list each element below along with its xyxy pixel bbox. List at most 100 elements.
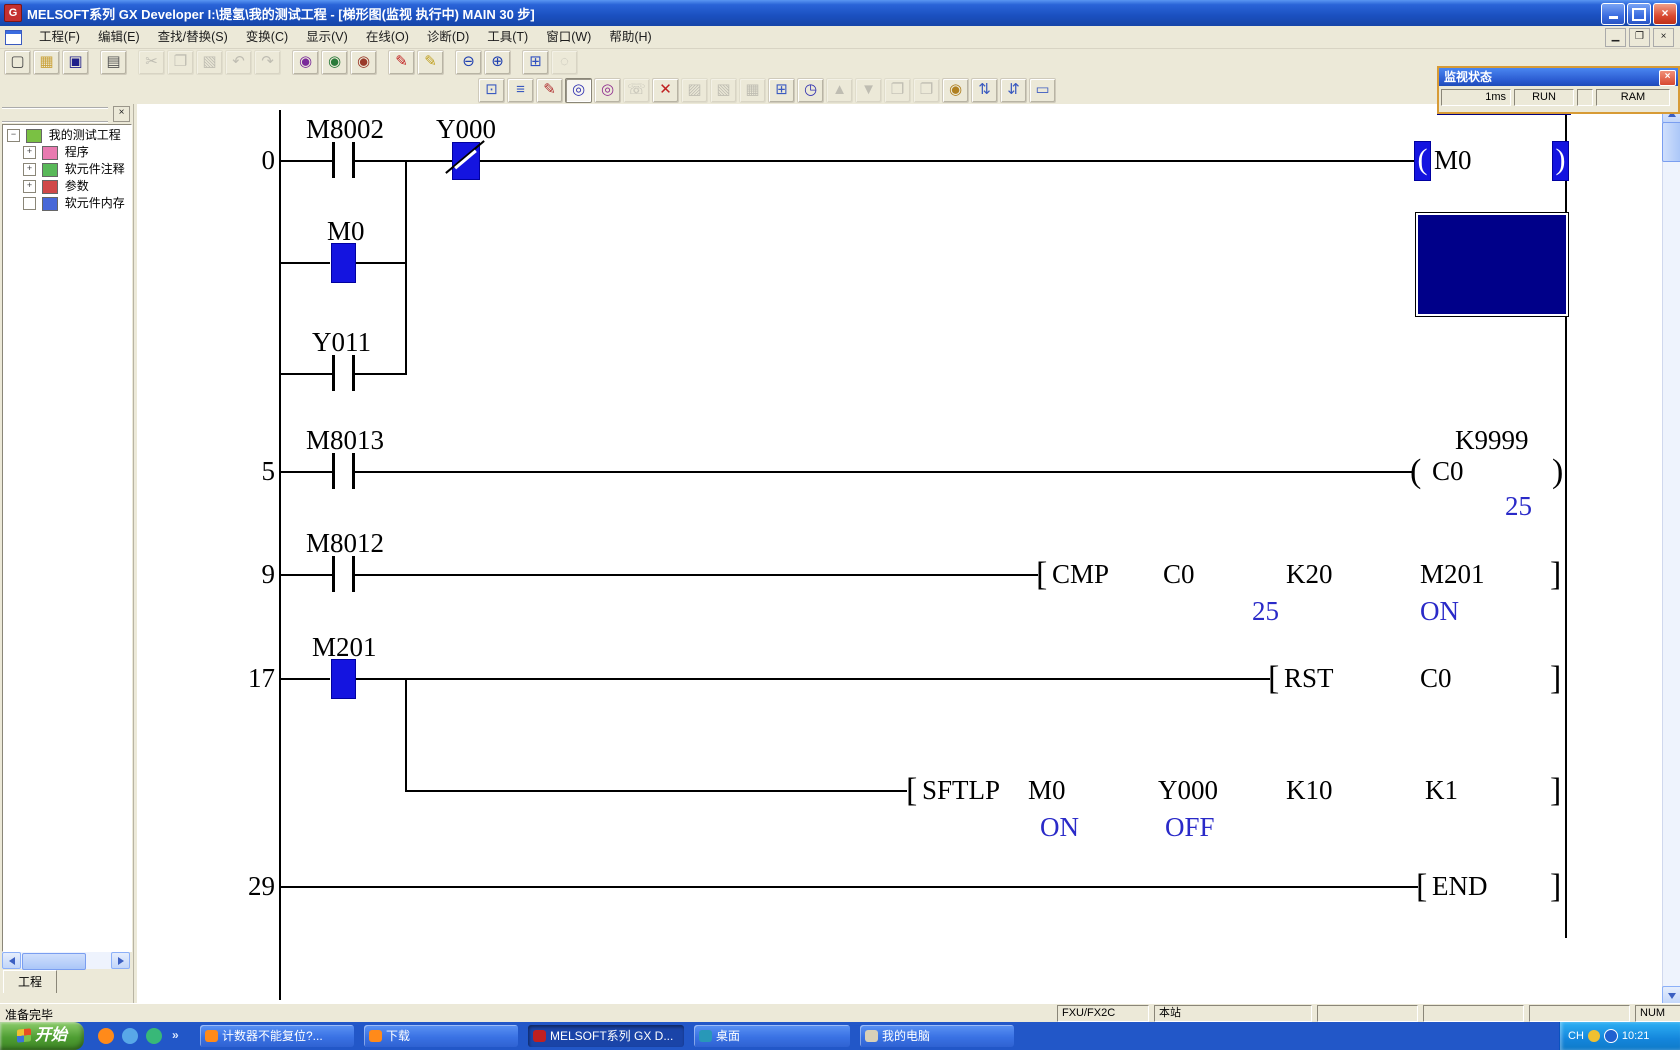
maximize-button[interactable] <box>1627 3 1651 25</box>
tree-item-device-comment[interactable]: + 软元件注释 <box>3 161 131 178</box>
vertical-scroll-thumb[interactable] <box>1662 122 1680 162</box>
redo-button[interactable]: ↷ <box>254 50 281 75</box>
insert-mode-button[interactable]: ✎ <box>417 50 444 75</box>
save-button[interactable]: ▣ <box>62 50 89 75</box>
cut-button[interactable]: ✂ <box>138 50 165 75</box>
horizontal-scroll-thumb[interactable] <box>22 953 86 970</box>
sort-ascending-button[interactable]: ⇅ <box>971 78 998 103</box>
vertical-scrollbar[interactable] <box>1662 104 1680 1003</box>
tree-item-program[interactable]: + 程序 <box>3 144 131 161</box>
quick-launch-explorer[interactable] <box>146 1028 162 1044</box>
expand-icon[interactable]: + <box>23 180 36 193</box>
expand-icon[interactable]: + <box>23 146 36 159</box>
forced-input-button[interactable]: ▧ <box>710 78 737 103</box>
quick-launch-messenger[interactable] <box>122 1028 138 1044</box>
toolbar-icon: ▦ <box>39 53 53 70</box>
device-batch-button[interactable]: ⊞ <box>768 78 795 103</box>
task-melsoft[interactable]: MELSOFT系列 GX D... <box>528 1025 684 1047</box>
scroll-right-button[interactable] <box>111 952 130 969</box>
menu-online[interactable]: 在线(O) <box>357 26 418 48</box>
quick-launch-chevron[interactable]: » <box>172 1028 179 1042</box>
copy-button[interactable]: ❐ <box>167 50 194 75</box>
contact-on <box>331 659 356 699</box>
transfer-setup-button[interactable]: ⊡ <box>478 78 505 103</box>
menu-project[interactable]: 工程(F) <box>30 26 89 48</box>
zoom-in-button[interactable]: ⊕ <box>484 50 511 75</box>
start-button[interactable]: 开始 <box>0 1022 84 1050</box>
step-up-button[interactable]: ▲ <box>826 78 853 103</box>
edit-ladder-button[interactable]: ✎ <box>536 78 563 103</box>
find-instruction-button[interactable]: ◉ <box>350 50 377 75</box>
menu-edit[interactable]: 编辑(E) <box>89 26 149 48</box>
taskbar-clock[interactable]: 10:21 <box>1622 1030 1650 1042</box>
menu-window[interactable]: 窗口(W) <box>537 26 600 48</box>
toolbar-icon: ↷ <box>261 53 274 70</box>
menu-diagnostics[interactable]: 诊断(D) <box>418 26 478 48</box>
mdi-close-button[interactable]: × <box>1653 28 1674 47</box>
expand-icon[interactable] <box>23 197 36 210</box>
forced-output-button[interactable]: ▦ <box>739 78 766 103</box>
expand-icon[interactable]: − <box>7 129 20 142</box>
panel-close-button[interactable]: × <box>113 106 130 122</box>
write-mode-button[interactable]: ✎ <box>388 50 415 75</box>
monitor-mode-button[interactable]: ◎ <box>565 78 592 103</box>
expand-icon[interactable]: + <box>23 163 36 176</box>
task-desktop[interactable]: 桌面 <box>694 1025 850 1047</box>
zoom-out-button[interactable]: ⊖ <box>455 50 482 75</box>
new-button[interactable]: ▢ <box>4 50 31 75</box>
project-data-list-button[interactable]: ◌ <box>551 50 578 75</box>
monitor-write-button[interactable]: ◎ <box>594 78 621 103</box>
task-counter-question[interactable]: 计数器不能复位?... <box>200 1025 354 1047</box>
scroll-left-button[interactable] <box>2 952 21 969</box>
panel-drag-handle[interactable] <box>2 107 108 123</box>
tile-windows-button[interactable]: ⊞ <box>522 50 549 75</box>
instruction-bracket: ] <box>1550 556 1561 594</box>
minimize-button[interactable] <box>1601 3 1625 25</box>
stop-monitor-button[interactable]: ✕ <box>652 78 679 103</box>
task-my-computer[interactable]: 我的电脑 <box>860 1025 1014 1047</box>
ladder-cursor[interactable] <box>1415 212 1569 317</box>
find-button[interactable]: ◉ <box>292 50 319 75</box>
phone-line-button[interactable]: ☏ <box>623 78 650 103</box>
panel-horizontal-scrollbar[interactable] <box>2 952 128 969</box>
menu-help[interactable]: 帮助(H) <box>600 26 660 48</box>
quick-launch-browser[interactable] <box>98 1028 114 1044</box>
device-test-button[interactable]: ▨ <box>681 78 708 103</box>
contact-bar <box>332 355 335 391</box>
menu-tools[interactable]: 工具(T) <box>478 26 537 48</box>
comment-display-button[interactable]: ◉ <box>942 78 969 103</box>
tray-icon-1[interactable] <box>1588 1030 1600 1042</box>
toolbar-icon: ⇅ <box>978 81 991 98</box>
project-icon <box>26 129 42 143</box>
find-device-button[interactable]: ◉ <box>321 50 348 75</box>
coil-label: C0 <box>1432 456 1464 486</box>
ladder-tree-button[interactable]: ≡ <box>507 78 534 103</box>
task-download[interactable]: 下载 <box>364 1025 518 1047</box>
tree-item-device-memory[interactable]: 软元件内存 <box>3 195 131 212</box>
tree-root-item[interactable]: − 我的测试工程 <box>3 125 131 144</box>
undo-button[interactable]: ↶ <box>225 50 252 75</box>
window-next-button[interactable]: ❐ <box>913 78 940 103</box>
close-button[interactable]: × <box>1653 3 1677 25</box>
tray-clock-icon[interactable] <box>1604 1029 1618 1043</box>
menu-view[interactable]: 显示(V) <box>297 26 357 48</box>
tree-item-parameter[interactable]: + 参数 <box>3 178 131 195</box>
mdi-minimize-button[interactable]: ▁ <box>1605 28 1626 47</box>
display-format-button[interactable]: ▭ <box>1029 78 1056 103</box>
language-indicator[interactable]: CH <box>1568 1030 1584 1042</box>
menu-find-replace[interactable]: 查找/替换(S) <box>149 26 237 48</box>
step-down-button[interactable]: ▼ <box>855 78 882 103</box>
mdi-child-icon[interactable] <box>5 30 22 45</box>
paste-button[interactable]: ▧ <box>196 50 223 75</box>
monitor-close-button[interactable]: × <box>1659 70 1676 86</box>
project-tab[interactable]: 工程 <box>3 970 57 993</box>
open-button[interactable]: ▦ <box>33 50 60 75</box>
menu-convert[interactable]: 变换(C) <box>237 26 297 48</box>
monitor-status-titlebar[interactable]: 监视状态 × <box>1439 68 1678 86</box>
window-prev-button[interactable]: ❐ <box>884 78 911 103</box>
scan-time-button[interactable]: ◷ <box>797 78 824 103</box>
print-button[interactable]: ▤ <box>100 50 127 75</box>
mdi-restore-button[interactable]: ❐ <box>1629 28 1650 47</box>
sort-descending-button[interactable]: ⇵ <box>1000 78 1027 103</box>
down-arrow-icon <box>1668 993 1676 999</box>
